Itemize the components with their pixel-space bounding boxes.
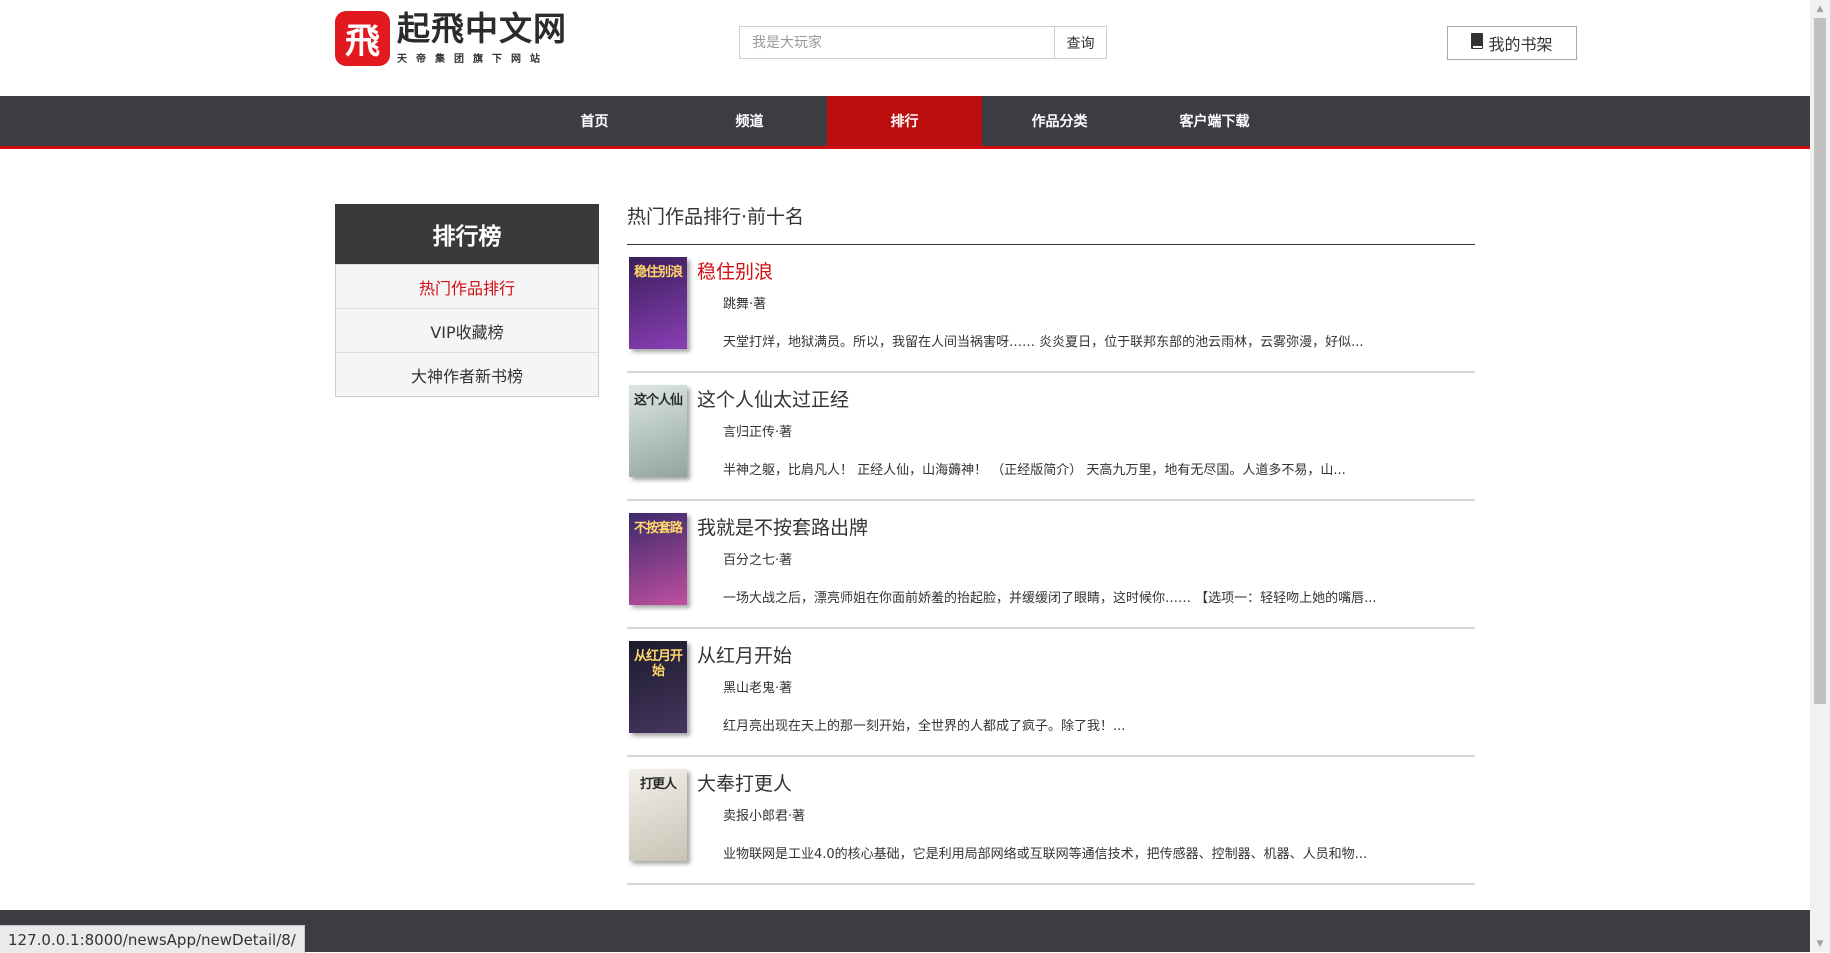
book-title[interactable]: 从红月开始 — [697, 641, 792, 668]
bookshelf-label: 我的书架 — [1488, 35, 1553, 54]
book-cover[interactable]: 不按套路 — [629, 513, 687, 605]
nav-channel[interactable]: 频道 — [672, 96, 827, 146]
nav-categories[interactable]: 作品分类 — [982, 96, 1137, 146]
book-icon — [1471, 33, 1484, 53]
list-item: 稳住别浪 稳住别浪 跳舞·著 天堂打烊，地狱满员。所以，我留在人间当祸害呀…… … — [627, 245, 1475, 373]
book-intro: 红月亮出现在天上的那一刻开始，全世界的人都成了疯子。除了我！... — [723, 719, 1126, 734]
search-bar: 查询 — [739, 26, 1107, 59]
list-item: 从红月开始 从红月开始 黑山老鬼·著 红月亮出现在天上的那一刻开始，全世界的人都… — [627, 629, 1475, 757]
book-author: 黑山老鬼·著 — [723, 681, 793, 696]
book-author: 言归正传·著 — [723, 425, 793, 440]
book-cover[interactable]: 这个人仙 — [629, 385, 687, 477]
book-author: 百分之七·著 — [723, 553, 793, 568]
book-cover[interactable]: 打更人 — [629, 769, 687, 861]
logo-mark: 飛 — [335, 11, 390, 66]
book-title[interactable]: 大奉打更人 — [697, 769, 792, 796]
book-intro: 天堂打烊，地狱满员。所以，我留在人间当祸害呀…… 炎炎夏日，位于联邦东部的池云雨… — [723, 335, 1364, 350]
book-author: 跳舞·著 — [723, 297, 767, 312]
book-intro: 半神之躯，比肩凡人！ 正经人仙，山海薅神！ （正经版简介） 天高九万里，地有无尽… — [723, 463, 1346, 478]
nav-client-download[interactable]: 客户端下载 — [1137, 96, 1292, 146]
nav-ranking[interactable]: 排行 — [827, 96, 982, 146]
book-title[interactable]: 稳住别浪 — [697, 257, 773, 284]
bookshelf-button[interactable]: 我的书架 — [1447, 26, 1577, 60]
nav-home[interactable]: 首页 — [517, 96, 672, 146]
sidebar-item-new-books[interactable]: 大神作者新书榜 — [336, 352, 598, 396]
ranking-list: 热门作品排行·前十名 稳住别浪 稳住别浪 跳舞·著 天堂打烊，地狱满员。所以，我… — [627, 204, 1475, 885]
page-title: 热门作品排行·前十名 — [627, 204, 1475, 245]
search-button[interactable]: 查询 — [1054, 26, 1107, 59]
book-cover[interactable]: 从红月开始 — [629, 641, 687, 733]
page-scrollbar[interactable]: ▲ ▼ — [1810, 0, 1830, 952]
sidebar-item-hot[interactable]: 热门作品排行 — [336, 264, 598, 308]
scroll-down-icon[interactable]: ▼ — [1810, 935, 1830, 952]
status-bar-url: 127.0.0.1:8000/newsApp/newDetail/8/ — [0, 925, 305, 953]
main-nav: 首页 频道 排行 作品分类 客户端下载 — [0, 96, 1810, 149]
scroll-thumb[interactable] — [1814, 18, 1826, 704]
ranking-sidebar: 排行榜 热门作品排行 VIP收藏榜 大神作者新书榜 — [335, 204, 599, 397]
list-item: 不按套路 我就是不按套路出牌 百分之七·著 一场大战之后，漂亮师姐在你面前娇羞的… — [627, 501, 1475, 629]
sidebar-item-vip[interactable]: VIP收藏榜 — [336, 308, 598, 352]
sidebar-title: 排行榜 — [335, 204, 599, 264]
book-author: 卖报小郎君·著 — [723, 809, 806, 824]
book-intro: 一场大战之后，漂亮师姐在你面前娇羞的抬起脸，并缓缓闭了眼睛，这时候你…… 【选项… — [723, 591, 1377, 606]
list-item: 这个人仙 这个人仙太过正经 言归正传·著 半神之躯，比肩凡人！ 正经人仙，山海薅… — [627, 373, 1475, 501]
site-header: 飛 起飛中文网 天帝集团旗下网站 查询 我的书架 — [0, 0, 1810, 95]
book-cover[interactable]: 稳住别浪 — [629, 257, 687, 349]
list-item: 打更人 大奉打更人 卖报小郎君·著 业物联网是工业4.0的核心基础，它是利用局部… — [627, 757, 1475, 885]
logo-title: 起飛中文网 — [397, 9, 567, 48]
book-intro: 业物联网是工业4.0的核心基础，它是利用局部网络或互联网等通信技术，把传感器、控… — [723, 847, 1368, 862]
site-logo[interactable]: 飛 起飛中文网 天帝集团旗下网站 — [335, 11, 567, 66]
logo-subtitle: 天帝集团旗下网站 — [397, 54, 549, 65]
scroll-up-icon[interactable]: ▲ — [1810, 0, 1830, 17]
book-title[interactable]: 这个人仙太过正经 — [697, 385, 849, 412]
search-input[interactable] — [739, 26, 1054, 59]
book-title[interactable]: 我就是不按套路出牌 — [697, 513, 868, 540]
